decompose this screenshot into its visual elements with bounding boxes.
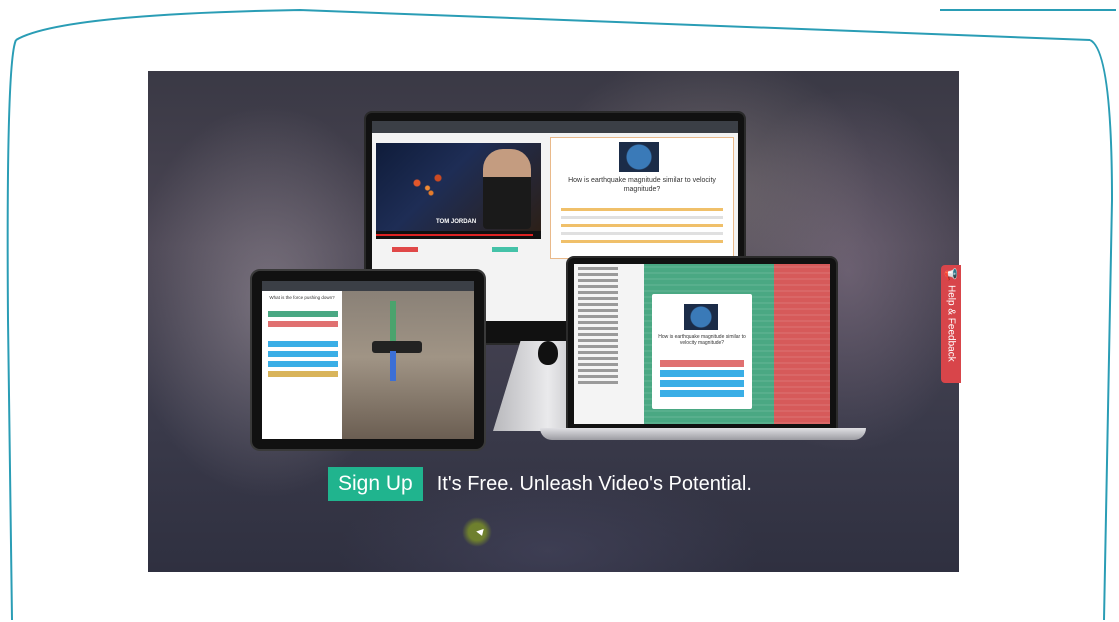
feedback-label: Help & Feedback bbox=[945, 285, 957, 362]
up-arrow-icon bbox=[390, 301, 396, 341]
answer-line bbox=[561, 240, 723, 243]
laptop-answer bbox=[660, 360, 744, 367]
desktop-teal-button bbox=[492, 247, 518, 252]
desktop-red-button bbox=[392, 247, 418, 252]
laptop-question-modal: How is earthquake magnitude similar to v… bbox=[652, 294, 752, 409]
tablet-screen: What is the force pushing down? bbox=[262, 281, 474, 439]
laptop-answer bbox=[660, 380, 744, 387]
laptop-base bbox=[540, 428, 866, 440]
answer-line bbox=[561, 232, 723, 235]
desktop-question-panel: How is earthquake magnitude similar to v… bbox=[550, 137, 734, 259]
laptop-answer bbox=[660, 390, 744, 397]
desktop-video: TOM JORDAN bbox=[376, 143, 541, 239]
signup-button[interactable]: Sign Up bbox=[328, 467, 423, 501]
cta-row: Sign Up It's Free. Unleash Video's Poten… bbox=[328, 467, 752, 501]
laptop-answer bbox=[660, 370, 744, 377]
tablet-answer bbox=[268, 341, 338, 347]
cta-tagline: It's Free. Unleash Video's Potential. bbox=[436, 472, 752, 495]
earthquake-map bbox=[396, 163, 466, 213]
globe-icon bbox=[619, 142, 659, 172]
laptop-device: How is earthquake magnitude similar to v… bbox=[566, 256, 838, 432]
feedback-tab[interactable]: 📢 Help & Feedback bbox=[941, 265, 961, 383]
tablet-answer bbox=[268, 361, 338, 367]
tablet-device: What is the force pushing down? bbox=[250, 269, 486, 451]
tablet-question-text: What is the force pushing down? bbox=[269, 295, 335, 300]
video-progress-bar bbox=[376, 231, 541, 239]
down-arrow-icon bbox=[390, 351, 396, 381]
megaphone-icon: 📢 bbox=[944, 269, 958, 281]
presenter bbox=[483, 149, 531, 229]
video-caption: TOM JORDAN bbox=[436, 219, 477, 225]
hero-image: TOM JORDAN How is earthquake magnitude s… bbox=[148, 71, 959, 572]
tablet-answer bbox=[268, 311, 338, 317]
tablet-answer bbox=[268, 351, 338, 357]
laptop-question-text: How is earthquake magnitude similar to v… bbox=[658, 334, 746, 346]
tablet-navbar bbox=[262, 281, 474, 291]
answer-line bbox=[561, 224, 723, 227]
tablet-answer bbox=[268, 371, 338, 377]
answer-line bbox=[561, 208, 723, 211]
tablet-answer bbox=[268, 321, 338, 327]
globe-icon bbox=[684, 304, 718, 330]
desktop-navbar bbox=[372, 121, 738, 133]
apple-logo-icon bbox=[538, 341, 558, 365]
laptop-screen: How is earthquake magnitude similar to v… bbox=[574, 264, 830, 424]
tablet-video bbox=[342, 291, 474, 439]
drone bbox=[372, 341, 422, 353]
answer-line bbox=[561, 216, 723, 219]
student-list bbox=[574, 264, 644, 424]
desktop-question-text: How is earthquake magnitude similar to v… bbox=[568, 177, 716, 193]
